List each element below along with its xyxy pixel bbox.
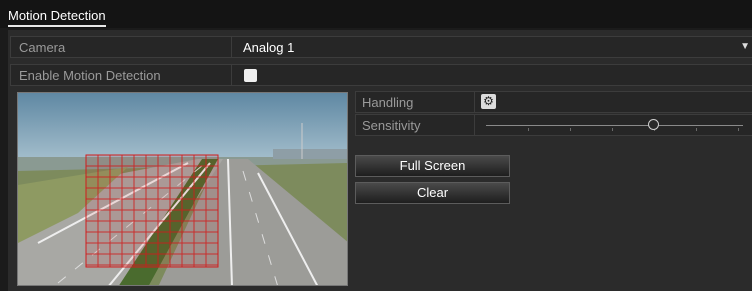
- handling-label: Handling: [362, 95, 414, 110]
- clear-button[interactable]: Clear: [355, 182, 510, 204]
- motion-area-grid: [85, 154, 219, 268]
- camera-select[interactable]: Analog 1: [243, 40, 294, 55]
- camera-preview[interactable]: [17, 92, 348, 286]
- camera-row: Camera Analog 1 ▼: [10, 36, 752, 58]
- slider-tick: [612, 128, 613, 131]
- slider-tick: [696, 128, 697, 131]
- sensitivity-label: Sensitivity: [362, 118, 421, 133]
- gear-icon[interactable]: ⚙: [481, 94, 496, 109]
- divider: [231, 37, 232, 57]
- camera-preview-image: [18, 93, 347, 285]
- enable-motion-row: Enable Motion Detection: [10, 64, 752, 86]
- slider-tick: [738, 128, 739, 131]
- divider: [474, 115, 475, 135]
- sensitivity-row: Sensitivity: [355, 114, 752, 136]
- sensitivity-slider-track[interactable]: [486, 125, 743, 126]
- tab-bar: Motion Detection: [0, 0, 752, 28]
- slider-tick: [570, 128, 571, 131]
- enable-motion-checkbox[interactable]: [244, 69, 257, 82]
- slider-tick: [528, 128, 529, 131]
- full-screen-button[interactable]: Full Screen: [355, 155, 510, 177]
- sensitivity-slider-handle[interactable]: [648, 119, 660, 130]
- divider: [474, 92, 475, 112]
- tab-motion-detection[interactable]: Motion Detection: [8, 8, 106, 27]
- chevron-down-icon[interactable]: ▼: [740, 41, 750, 52]
- divider: [231, 65, 232, 85]
- camera-label: Camera: [19, 40, 66, 55]
- handling-row: Handling ⚙: [355, 91, 752, 113]
- enable-motion-label: Enable Motion Detection: [19, 68, 161, 83]
